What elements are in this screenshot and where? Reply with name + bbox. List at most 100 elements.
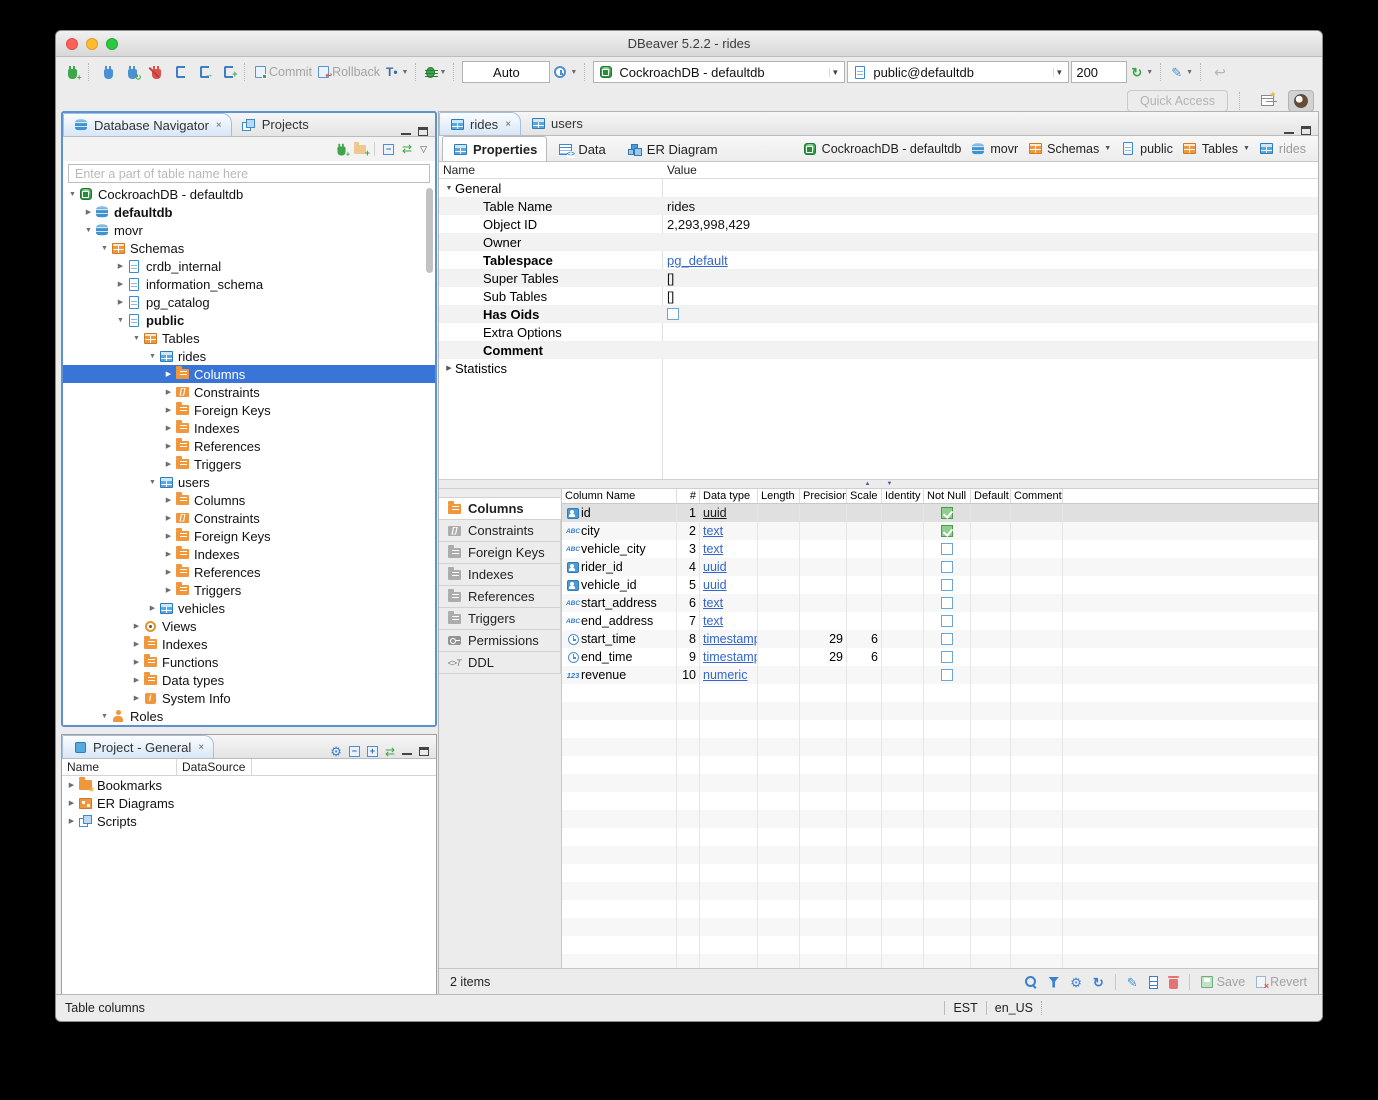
cell-ordinal[interactable]: 8 [677,630,700,648]
breadcrumb-item-cockroachdb-defaultdb[interactable]: CockroachDB - defaultdb [802,142,962,156]
cell-not-null[interactable] [924,504,971,522]
filter-icon[interactable] [1048,977,1059,988]
data-type-link[interactable]: text [703,542,723,556]
cell-default[interactable] [971,522,1011,540]
property-row-tablespace[interactable]: Tablespacepg_default [439,251,1318,269]
transaction-mode-dropdown[interactable]: T•▼ [384,60,410,84]
tree-item-users[interactable]: ▼users [63,473,435,491]
collapse-all-icon[interactable]: − [349,746,360,757]
maximize-panel-button[interactable] [419,747,429,756]
property-value[interactable]: 2,293,998,429 [662,215,1318,233]
disclosure-triangle[interactable]: ▼ [147,479,158,486]
tab-database-navigator[interactable]: Database Navigator × [63,113,232,136]
new-sql-editor-button[interactable]: + [217,60,239,84]
disclosure-triangle[interactable]: ▶ [115,280,126,288]
tree-item-references[interactable]: ▶References [63,563,435,581]
disclosure-triangle[interactable]: ▶ [163,424,174,432]
cell-scale[interactable] [847,666,882,684]
cell-length[interactable] [758,576,800,594]
tree-item-system-info[interactable]: ▶System Info [63,689,435,707]
column-row-start-address[interactable]: start_address6text [562,594,1318,612]
dbeaver-perspective-button[interactable] [1288,90,1314,112]
data-type-link[interactable]: timestamp [703,650,758,664]
subtab-data[interactable]: Data [547,136,615,161]
tree-item-indexes[interactable]: ▶Indexes [63,419,435,437]
value-format-dropdown[interactable]: ✎▼ [1169,60,1195,84]
cell-length[interactable] [758,540,800,558]
column-row-city[interactable]: city2text [562,522,1318,540]
cell-precision[interactable] [800,576,847,594]
cell-ordinal[interactable]: 9 [677,648,700,666]
cell-ordinal[interactable]: 7 [677,612,700,630]
property-checkbox[interactable] [667,308,679,320]
cell-comment[interactable] [1011,612,1063,630]
disclosure-triangle[interactable]: ▶ [163,442,174,450]
cell-ordinal[interactable]: 3 [677,540,700,558]
cell-length[interactable] [758,612,800,630]
cell-data-type[interactable]: text [700,594,758,612]
property-row-comment[interactable]: Comment [439,341,1318,359]
not-null-checkbox[interactable] [941,561,953,573]
disclosure-triangle[interactable]: ▶ [163,370,174,378]
disclosure-triangle[interactable]: ▶ [163,514,174,522]
detail-tab-ddl[interactable]: DDL [439,651,561,674]
not-null-checkbox[interactable] [941,525,953,537]
link-with-editor-icon[interactable]: ⇄ [402,143,412,155]
detail-tab-columns[interactable]: Columns [439,497,561,520]
cell-identity[interactable] [882,666,924,684]
cell-length[interactable] [758,630,800,648]
cell-length[interactable] [758,666,800,684]
timezone-indicator[interactable]: EST [953,1001,977,1015]
project-item-bookmarks[interactable]: ▶Bookmarks [62,776,436,794]
debug-dropdown[interactable]: ▼ [424,60,448,84]
disclosure-triangle[interactable]: ▶ [163,532,174,540]
cell-data-type[interactable]: timestamp [700,630,758,648]
property-row-extra-options[interactable]: Extra Options [439,323,1318,341]
tree-item-cockroachdb-defaultdb[interactable]: ▼CockroachDB - defaultdb [63,185,435,203]
cell-identity[interactable] [882,558,924,576]
tree-item-foreign-keys[interactable]: ▶Foreign Keys [63,401,435,419]
column-row-vehicle-city[interactable]: vehicle_city3text [562,540,1318,558]
property-row-super-tables[interactable]: Super Tables[] [439,269,1318,287]
property-value[interactable] [662,341,1318,359]
column-row-end-address[interactable]: end_address7text [562,612,1318,630]
cell-column-name[interactable]: end_address [562,612,677,630]
breadcrumb-item-tables[interactable]: Tables▼ [1182,142,1250,156]
property-value[interactable]: [] [662,269,1318,287]
cell-scale[interactable] [847,540,882,558]
column-header-precision[interactable]: Precision [800,489,847,503]
tree-item-columns[interactable]: ▶Columns [63,491,435,509]
cell-data-type[interactable]: text [700,540,758,558]
property-row-statistics[interactable]: ▶Statistics [439,359,1318,377]
tree-item-schemas[interactable]: ▼Schemas [63,239,435,257]
disclosure-triangle[interactable]: ▶ [163,586,174,594]
cell-data-type[interactable]: numeric [700,666,758,684]
disclosure-triangle[interactable]: ▶ [115,298,126,306]
table-filter-input[interactable]: Enter a part of table name here [68,164,430,183]
cell-default[interactable] [971,612,1011,630]
cell-identity[interactable] [882,576,924,594]
property-value[interactable]: [] [662,287,1318,305]
open-perspective-button[interactable] [1254,90,1280,112]
cell-column-name[interactable]: start_address [562,594,677,612]
property-value[interactable]: pg_default [662,251,1318,269]
disclosure-triangle[interactable]: ▼ [443,185,455,192]
column-header-column-name[interactable]: Column Name [562,489,677,503]
cell-not-null[interactable] [924,522,971,540]
cell-default[interactable] [971,540,1011,558]
connection-select[interactable]: CockroachDB - defaultdb ▼ [593,61,845,83]
column-header-value[interactable]: Value [662,162,697,178]
tree-item-roles[interactable]: ▼Roles [63,707,435,725]
locale-indicator[interactable]: en_US [995,1001,1033,1015]
column-header-datasource[interactable]: DataSource [177,759,252,775]
cell-scale[interactable] [847,576,882,594]
not-null-checkbox[interactable] [941,579,953,591]
project-item-scripts[interactable]: ▶Scripts [62,812,436,830]
disclosure-triangle[interactable]: ▶ [131,640,142,648]
sql-editor-button[interactable] [169,60,191,84]
tree-item-public[interactable]: ▼public [63,311,435,329]
disclosure-triangle[interactable]: ▶ [163,388,174,396]
detail-tab-references[interactable]: References [439,585,561,608]
cell-default[interactable] [971,594,1011,612]
breadcrumb-item-rides[interactable]: rides [1259,142,1306,156]
